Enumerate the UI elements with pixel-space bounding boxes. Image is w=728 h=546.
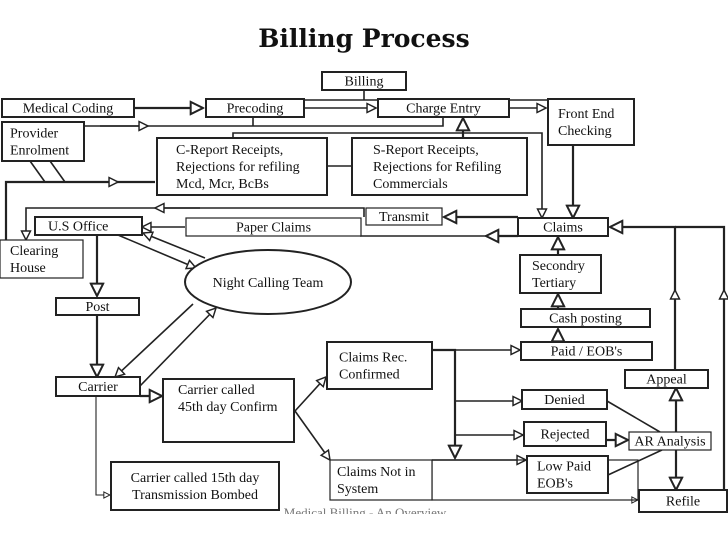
edge-carrier-night	[139, 308, 216, 387]
node-medical-coding: Medical Coding	[1, 98, 135, 118]
node-front-end-checking-label: Front End	[558, 107, 614, 122]
node-c-report: C-Report Receipts, Rejections for refilin…	[156, 137, 328, 196]
node-charge-entry-label: Charge Entry	[406, 102, 481, 117]
node-front-end-checking-label: Checking	[558, 124, 612, 139]
node-claims-label: Claims	[543, 221, 583, 236]
node-paid-eobs-label: Paid / EOB's	[551, 345, 623, 360]
node-ar-analysis: AR Analysis	[628, 431, 712, 451]
edge-denied-ar	[606, 400, 661, 433]
node-provider-enrolment: Provider Enrolment	[1, 121, 85, 162]
node-night-calling-team: Night Calling Team	[184, 249, 352, 315]
node-billing: Billing	[321, 71, 407, 91]
node-c-report-label: Mcd, Mcr, BcBs	[176, 177, 269, 192]
node-carrier: Carrier	[55, 376, 141, 397]
node-transmit: Transmit	[365, 207, 443, 226]
node-secondary-tertiary-label: Secondry	[532, 259, 585, 274]
node-clearing-house-label: House	[10, 261, 46, 276]
node-rejected-label: Rejected	[541, 428, 590, 443]
node-low-paid-eobs: Low Paid EOB's	[526, 455, 609, 494]
node-carrier-called-15-label: Transmission Bombed	[132, 488, 258, 503]
node-refile: Refile	[638, 489, 728, 513]
node-claims: Claims	[517, 217, 609, 237]
edge-45-claimsrec	[294, 377, 326, 412]
node-s-report-label: S-Report Receipts,	[373, 143, 479, 158]
node-provider-enrolment-label: Enrolment	[10, 144, 69, 159]
edge-lowpaid-ar	[607, 449, 663, 476]
edge-provider-diag1	[29, 160, 46, 183]
node-clearing-house-label: Clearing	[10, 244, 58, 259]
node-claims-not-in-system: Claims Not in System	[329, 459, 433, 501]
edge-refile-claims	[675, 225, 726, 495]
node-charge-entry: Charge Entry	[377, 98, 510, 118]
node-c-report-label: Rejections for refiling	[176, 160, 300, 175]
edge-45-notinsystem	[294, 410, 330, 460]
edge-carrier-15	[95, 396, 110, 495]
node-claims-not-in-system-label: Claims Not in	[337, 465, 416, 480]
node-post: Post	[55, 297, 140, 316]
node-medical-coding-label: Medical Coding	[23, 102, 114, 117]
node-transmit-label: Transmit	[379, 210, 429, 225]
node-night-calling-team-label: Night Calling Team	[213, 276, 324, 291]
node-low-paid-eobs-label: Low Paid	[537, 460, 591, 475]
edge-night-usoffice	[143, 233, 206, 259]
node-carrier-called-45-label: 45th day Confirm	[178, 400, 278, 415]
node-precoding-label: Precoding	[227, 102, 284, 117]
node-claims-rec-confirmed-label: Confirmed	[339, 368, 400, 383]
node-carrier-called-45-label: Carrier called	[178, 383, 255, 398]
node-paper-claims: Paper Claims	[185, 217, 362, 237]
node-claims-not-in-system-label: System	[337, 482, 378, 497]
edge-provider-bus	[83, 118, 444, 127]
node-s-report-label: Rejections for Refiling	[373, 160, 501, 175]
node-carrier-label: Carrier	[78, 380, 118, 395]
node-denied: Denied	[521, 389, 608, 410]
node-ar-analysis-label: AR Analysis	[634, 435, 705, 450]
node-front-end-checking: Front End Checking	[547, 98, 635, 146]
node-carrier-called-15: Carrier called 15th day Transmission Bomb…	[110, 461, 280, 511]
node-secondary-tertiary-label: Tertiary	[532, 276, 576, 291]
node-cash-posting: Cash posting	[520, 308, 651, 328]
node-denied-label: Denied	[544, 393, 584, 408]
node-paid-eobs: Paid / EOB's	[520, 341, 653, 361]
node-claims-rec-confirmed: Claims Rec. Confirmed	[326, 341, 433, 390]
node-refile-label: Refile	[666, 495, 700, 510]
node-cash-posting-label: Cash posting	[549, 312, 622, 327]
node-provider-enrolment-label: Provider	[10, 127, 59, 142]
edge-usoffice-night	[117, 234, 196, 268]
node-appeal: Appeal	[624, 369, 709, 389]
node-s-report-label: Commercials	[373, 177, 448, 192]
node-claims-rec-confirmed-label: Claims Rec.	[339, 351, 407, 366]
node-clearing-house: Clearing House	[0, 239, 84, 279]
edge-claimsrec-bus	[432, 348, 455, 458]
node-appeal-label: Appeal	[646, 373, 687, 388]
node-c-report-label: C-Report Receipts,	[176, 143, 283, 158]
node-carrier-called-15-label: Carrier called 15th day	[131, 471, 260, 486]
node-rejected: Rejected	[523, 421, 607, 447]
node-paper-claims-label: Paper Claims	[236, 221, 311, 236]
node-precoding: Precoding	[205, 98, 305, 118]
nodes: Billing Medical Coding Precoding Charge Ent…	[0, 71, 728, 513]
billing-process-flowchart: Billing Medical Coding Precoding Charge Ent…	[0, 71, 728, 513]
node-carrier-called-45: Carrier called 45th day Confirm	[162, 378, 295, 443]
node-s-report: S-Report Receipts, Rejections for Refilin…	[351, 137, 528, 196]
node-us-office-label: U.S Office	[48, 220, 108, 235]
node-low-paid-eobs-label: EOB's	[537, 477, 573, 492]
node-secondary-tertiary: Secondry Tertiary	[519, 254, 602, 294]
node-post-label: Post	[85, 300, 109, 315]
node-us-office: U.S Office	[34, 216, 143, 236]
slide-footer: Medical Billing - An Overview	[283, 505, 447, 514]
node-billing-label: Billing	[345, 75, 384, 90]
edge-provider-diag2	[49, 160, 66, 183]
